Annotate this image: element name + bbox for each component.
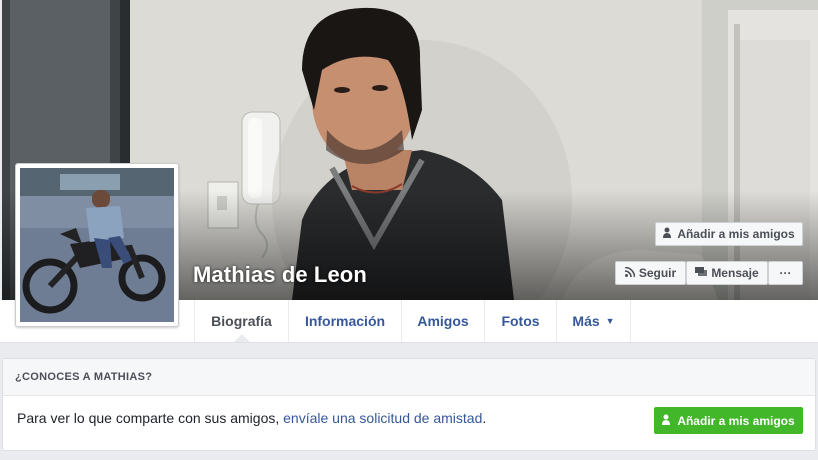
active-tab-indicator xyxy=(234,334,250,342)
card-text-suffix: . xyxy=(482,410,487,426)
tab-label: Fotos xyxy=(501,313,540,329)
tab-informacion[interactable]: Información xyxy=(288,300,401,342)
profile-name[interactable]: Mathias de Leon xyxy=(193,262,367,288)
message-label: Mensaje xyxy=(711,266,759,280)
tab-label: Más xyxy=(572,313,600,329)
add-friend-button[interactable]: Añadir a mis amigos xyxy=(655,222,803,246)
friend-request-card: ¿CONOCES A MATHIAS? Para ver lo que comp… xyxy=(2,358,816,451)
add-friend-card-label: Añadir a mis amigos xyxy=(677,413,795,428)
rss-icon xyxy=(624,266,636,280)
profile-picture[interactable] xyxy=(15,163,179,327)
tab-amigos[interactable]: Amigos xyxy=(401,300,484,342)
tab-label: Información xyxy=(304,313,386,329)
card-text-prefix: Para ver lo que comparte con sus amigos, xyxy=(17,410,284,426)
more-options-label: ··· xyxy=(779,266,792,280)
message-icon xyxy=(695,266,708,280)
add-friend-icon xyxy=(662,414,672,428)
card-message: Para ver lo que comparte con sus amigos,… xyxy=(17,410,486,426)
tab-mas[interactable]: Más ▼ xyxy=(556,300,631,342)
more-options-button[interactable]: ··· xyxy=(768,261,803,285)
caret-down-icon: ▼ xyxy=(605,316,615,326)
send-request-link[interactable]: envíale una solicitud de amistad xyxy=(283,410,482,426)
follow-label: Seguir xyxy=(638,266,677,280)
follow-button[interactable]: Seguir xyxy=(615,261,686,285)
card-header: ¿CONOCES A MATHIAS? xyxy=(3,359,815,396)
add-friend-label: Añadir a mis amigos xyxy=(677,227,795,241)
profile-image xyxy=(20,168,174,322)
add-friend-card-button[interactable]: Añadir a mis amigos xyxy=(654,407,803,434)
tab-fotos[interactable]: Fotos xyxy=(484,300,556,342)
tab-label: Biografía xyxy=(211,313,272,329)
add-friend-icon xyxy=(663,227,673,241)
profile-page: Mathias de Leon Añadir a mis amigos Segu… xyxy=(0,0,818,460)
message-button[interactable]: Mensaje xyxy=(686,261,768,285)
tab-label: Amigos xyxy=(417,313,469,329)
